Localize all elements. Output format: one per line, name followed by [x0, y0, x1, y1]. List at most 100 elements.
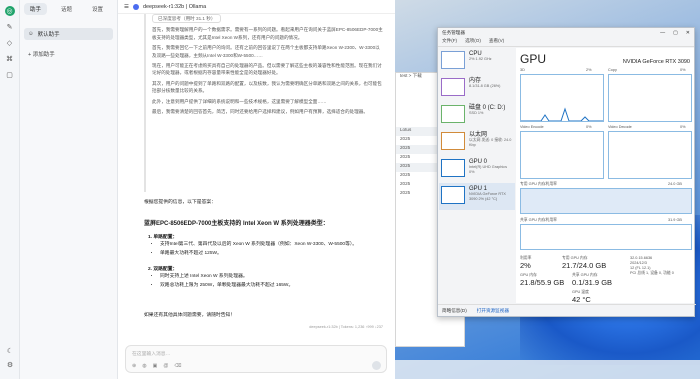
think-paragraph: 其次，用户的问题中提到了单路和双路的配置，以及核数，我认为需要明确区分单路和双路… [152, 80, 382, 94]
app-rail: ◎ ✎ ◇ ⌘ ▢ ☾ ⚙ [0, 0, 20, 379]
send-button[interactable] [372, 361, 381, 370]
tm-titlebar[interactable]: 任务管理器 — ▢ ✕ [438, 28, 694, 38]
assistant-sidebar: 助手 话题 设置 ☺ 默认助手 + 添加助手 [20, 0, 118, 379]
chat-icon[interactable]: ✎ [5, 22, 15, 32]
device-sub: 8.1/31.8 GB (26%) [469, 84, 501, 88]
device-sub: SSD 1% [469, 111, 484, 115]
device-ethernet[interactable]: 以太网 以太网 发送: 0 接收: 24.0 Kbp [439, 129, 515, 156]
clear-icon[interactable]: ⌫ [174, 363, 181, 369]
tm-title: 任务管理器 [442, 30, 465, 35]
assistant-list: ☺ 默认助手 + 添加助手 [20, 28, 117, 60]
device-gpu0[interactable]: GPU 0 Intel(R) UHD Graphics 0% [439, 156, 515, 183]
graph-label-decode: Video Decode [608, 125, 632, 129]
close-icon[interactable]: ✕ [686, 30, 690, 36]
task-manager-window[interactable]: 任务管理器 — ▢ ✕ 文件(F) 选项(O) 查看(V) CPU 2% 1.92… [437, 27, 696, 317]
answer-heading: 蓝屏EPC-8506EDP-7000主板支持的 Intel Xeon W 系列处… [144, 221, 329, 227]
device-cpu[interactable]: CPU 2% 1.92 GHz [439, 48, 515, 75]
message-meta: deepseek-r1:32b | Tokens: 1,236 ↑999 ↓23… [309, 325, 383, 329]
think-paragraph: 此外，注意到用户提供了详细的系统说明和一些技术规格，这里需要了解模型全面…… [152, 98, 327, 104]
device-disk[interactable]: 磁盘 0 (C: D:) SSD 1% [439, 102, 515, 129]
device-sub: 以太网 发送: 0 接收: 24.0 Kbp [469, 138, 512, 147]
answer-intro: 根据您提供的信息，以下是答案： [144, 200, 216, 205]
tab-settings[interactable]: 设置 [86, 3, 109, 15]
stat-value: 2% [520, 261, 531, 270]
message-input[interactable]: 在这里输入消息… ⊕ ◍ ▣ @ ⌫ [125, 345, 387, 373]
gpu1-thumbnail [441, 186, 465, 204]
physical-location: PCI 总线 1, 设备 0, 功能 0 [630, 271, 674, 275]
list-item: 双路总功耗上限为 250W，单颗处理器最大功耗不超过 165W。 [160, 282, 388, 289]
chat-panel: ☰ deepseek-r1:32b | Ollama 已深度思考（用时 31.1… [118, 0, 395, 379]
tab-topics[interactable]: 话题 [55, 3, 78, 15]
translate-icon[interactable]: ⌘ [5, 54, 15, 64]
gpu0-thumbnail [441, 159, 465, 177]
gear-icon[interactable]: ⚙ [5, 360, 15, 370]
theme-icon[interactable]: ☾ [5, 346, 15, 356]
add-assistant-button[interactable]: + 添加助手 [24, 48, 113, 60]
graph-copy-line [609, 75, 692, 122]
graph-label-3d: 3D [520, 68, 525, 72]
sidebar-toggle-icon[interactable]: ☰ [124, 4, 129, 10]
device-sub: Intel(R) UHD Graphics 0% [469, 165, 507, 174]
files-icon[interactable]: ▢ [5, 70, 15, 80]
think-paragraph: 最后，我需要清楚的回答首先，简洁，同时还要给用户选择和建议，例如用户有预算，选择… [152, 109, 368, 115]
app-logo-icon[interactable]: ◎ [4, 6, 15, 16]
list-item: 同时支持上述 Intel Xeon W 系列处理器。 [160, 273, 388, 280]
device-memory[interactable]: 内存 8.1/31.8 GB (26%) [439, 75, 515, 102]
message-list[interactable]: 已深度思考（用时 31.1 秒） 首先，我需要理解用户的一个数据需求。需要有一系… [118, 14, 395, 344]
thinking-header[interactable]: 已深度思考（用时 31.1 秒） [152, 14, 222, 24]
smile-icon: ☺ [28, 31, 34, 37]
graph-dedicated [520, 188, 692, 214]
at-icon[interactable]: @ [163, 363, 168, 369]
open-resource-monitor-link[interactable]: 打开资源监视器 [477, 308, 509, 314]
thinking-block: 已深度思考（用时 31.1 秒） 首先，我需要理解用户的一个数据需求。需要有一系… [144, 14, 384, 192]
answer-section: 1. 单路配置： 支持Intel第三代、第四代及以后的 Xeon W 系列处理器… [148, 234, 388, 259]
tab-assistants[interactable]: 助手 [24, 3, 48, 15]
graph-label-encode: Video Encode [520, 125, 544, 129]
list-item: 支持Intel第三代、第四代及以后的 Xeon W 系列处理器（例如：Xeon … [160, 241, 388, 248]
graph-value-3d: 2% [586, 68, 592, 72]
think-paragraph: 现在，用户可能正在考虑购买具有自己的处理器的产品。但以需要了解这些主板的兼容性和… [152, 63, 382, 76]
minimize-icon[interactable]: — [660, 30, 665, 36]
graph-shared [520, 224, 692, 250]
model-icon [132, 3, 139, 10]
sidebar-item-label: 默认助手 [37, 32, 60, 38]
sidebar-item-default-assistant[interactable]: ☺ 默认助手 [24, 28, 113, 40]
explore-icon[interactable]: ◇ [5, 38, 15, 48]
graph-decode [608, 131, 692, 179]
graph-3d-line [521, 107, 603, 121]
device-list: CPU 2% 1.92 GHz 内存 8.1/31.8 GB (26%) 磁盘 0 … [439, 48, 515, 303]
image-icon[interactable]: ▣ [153, 363, 158, 369]
graph-label-copy: Copy [608, 68, 617, 72]
gpu-header: GPU NVIDIA GeForce RTX 3090 [516, 48, 694, 66]
list-item: 单路最大功耗不超过 125W。 [160, 250, 388, 257]
input-toolbar: ⊕ ◍ ▣ @ ⌫ [132, 363, 181, 369]
device-sub: 2% 1.92 GHz [469, 57, 492, 61]
gpu-detail-panel: GPU NVIDIA GeForce RTX 3090 3D 2% Copy 0… [516, 48, 694, 304]
gpu-model: NVIDIA GeForce RTX 3090 [622, 59, 690, 65]
memory-thumbnail [441, 78, 465, 96]
answer-section: 2. 双路配置： 同时支持上述 Intel Xeon W 系列处理器。 双路总功… [148, 266, 388, 291]
model-title[interactable]: deepseek-r1:32b | Ollama [143, 4, 206, 10]
globe-icon[interactable]: ◍ [142, 363, 146, 369]
device-gpu1[interactable]: GPU 1 NVIDIA GeForce RTX 3090 2% (42 °C) [439, 183, 515, 210]
shared-max: 31.9 GB [668, 218, 682, 222]
menu-item-file[interactable]: 文件(F) [442, 38, 457, 46]
dedicated-label: 专用 GPU 内存利用率 [520, 182, 557, 186]
menu-item-options[interactable]: 选项(O) [465, 38, 481, 46]
taskbar [395, 360, 700, 379]
graph-encode [520, 131, 604, 179]
menu-item-view[interactable]: 查看(V) [489, 38, 504, 46]
tm-menu: 文件(F) 选项(O) 查看(V) [438, 38, 694, 47]
cpu-thumbnail [441, 51, 465, 69]
attach-icon[interactable]: ⊕ [132, 363, 136, 369]
fewer-details-button[interactable]: 简略信息(D) [442, 308, 467, 314]
input-placeholder: 在这里输入消息… [132, 352, 171, 357]
stat-value: 42 °C [572, 295, 591, 304]
answer-outro: 如果还有其他具体问题需要，请随时告知！ [144, 313, 236, 318]
maximize-icon[interactable]: ▢ [673, 30, 678, 36]
disk-thumbnail [441, 105, 465, 123]
ethernet-thumbnail [441, 132, 465, 150]
think-paragraph: 首先，我需要理解用户的一个数据需求。需要有一系列的问题。看起来用户在询问关于蓝屏… [152, 27, 383, 40]
graph-3d [520, 74, 604, 122]
tm-footer: 简略信息(D) 打开资源监视器 [438, 304, 696, 317]
